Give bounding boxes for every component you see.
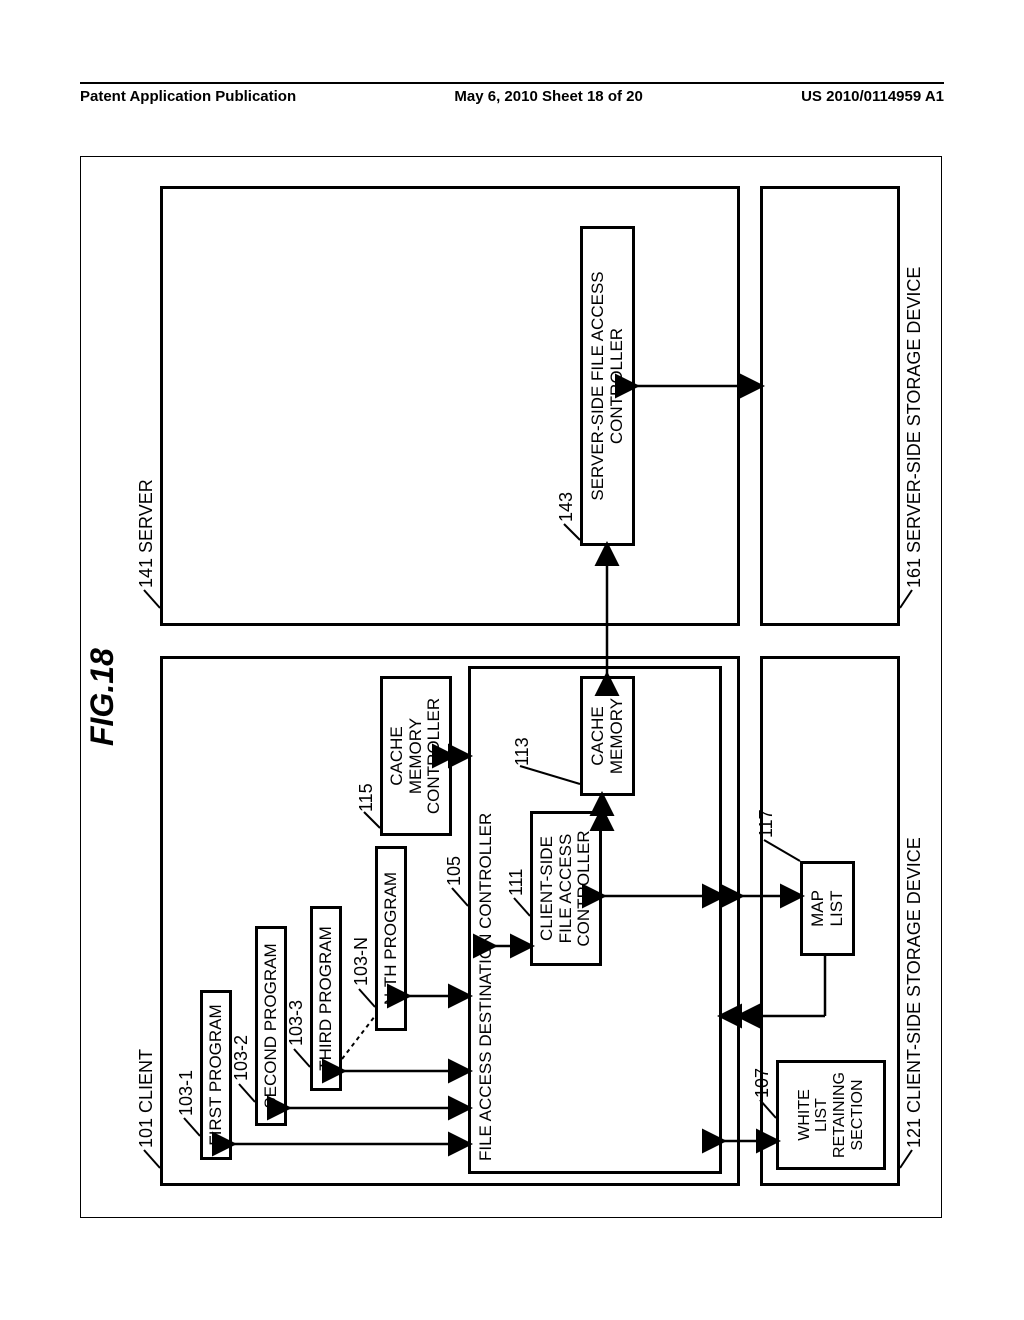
first-program: FIRST PROGRAM — [200, 990, 232, 1160]
server-side-file-access-controller: SERVER-SIDE FILE ACCESS CONTROLLER — [580, 226, 635, 546]
fadc-label: FILE ACCESS DESTINATION CONTROLLER — [477, 813, 496, 1161]
diagram: FIG.18 101 CLIENT FIRST PROGRAM 103-1 SE… — [80, 156, 940, 1216]
ref-115: 115 — [356, 783, 377, 812]
client-side-file-access-controller: CLIENT-SIDE FILE ACCESS CONTROLLER — [530, 811, 602, 966]
ref-121: 121 CLIENT-SIDE STORAGE DEVICE — [904, 837, 925, 1148]
ref-113: 113 — [512, 737, 533, 766]
header-center: May 6, 2010 Sheet 18 of 20 — [454, 88, 642, 105]
ref-105: 105 — [444, 856, 465, 886]
ref-117: 117 — [756, 809, 777, 838]
ref-101: 101 CLIENT — [136, 1049, 157, 1148]
ref-103-2: 103-2 — [231, 1035, 252, 1081]
ref-103-1: 103-1 — [176, 1070, 197, 1116]
ref-107: 107 — [752, 1068, 773, 1098]
header-left: Patent Application Publication — [80, 88, 296, 105]
ref-141: 141 SERVER — [136, 479, 157, 588]
second-program: SECOND PROGRAM — [255, 926, 287, 1126]
ref-103-n: 103-N — [351, 937, 372, 986]
server-storage-box — [760, 186, 900, 626]
header-right: US 2010/0114959 A1 — [801, 88, 944, 105]
figure-title: FIG.18 — [84, 648, 121, 746]
cache-memory: CACHE MEMORY — [580, 676, 635, 796]
cache-memory-controller: CACHE MEMORY CONTROLLER — [380, 676, 452, 836]
white-list-retaining-section: WHITE LIST RETAINING SECTION — [776, 1060, 886, 1170]
ref-103-3: 103-3 — [286, 1000, 307, 1046]
ref-143: 143 — [556, 492, 577, 522]
nth-program: N-TH PROGRAM — [375, 846, 407, 1031]
third-program: THIRD PROGRAM — [310, 906, 342, 1091]
ref-161: 161 SERVER-SIDE STORAGE DEVICE — [904, 267, 925, 588]
server-box — [160, 186, 740, 626]
map-list: MAP LIST — [800, 861, 855, 956]
ref-111: 111 — [506, 869, 527, 896]
